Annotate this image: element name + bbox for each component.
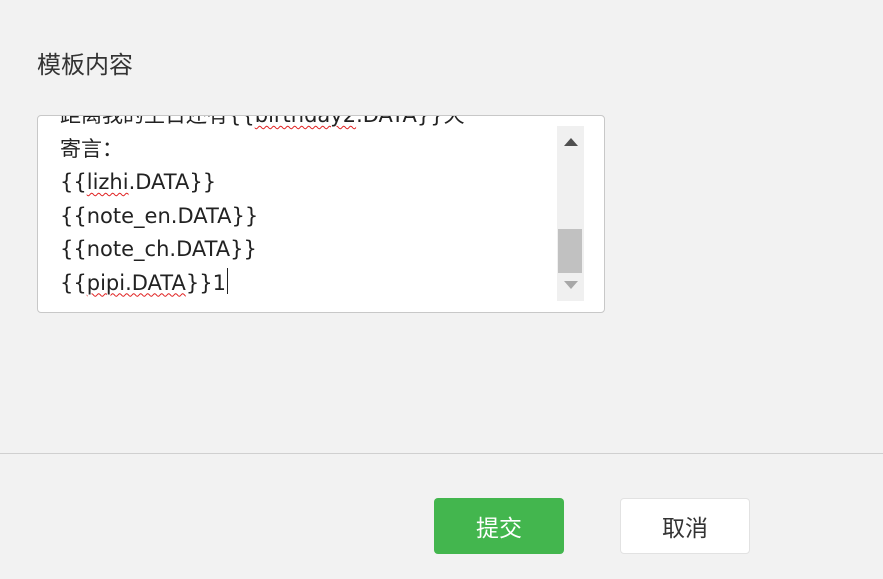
footer-divider bbox=[0, 453, 883, 454]
textarea-line: {{lizhi.DATA}} bbox=[60, 166, 465, 200]
text-caret bbox=[226, 267, 228, 294]
textarea-line: 寄言： bbox=[60, 133, 465, 167]
spellcheck-word: birthday2 bbox=[255, 116, 356, 127]
text-segment: 寄言： bbox=[60, 136, 123, 161]
spellcheck-word: pipi.DATA bbox=[86, 270, 186, 295]
spellcheck-word: lizhi bbox=[86, 170, 129, 194]
scroll-up-icon[interactable] bbox=[557, 130, 584, 154]
text-segment: }}1 bbox=[185, 270, 226, 295]
submit-button[interactable]: 提交 bbox=[434, 498, 564, 554]
textarea-scrollbar[interactable] bbox=[557, 126, 584, 301]
template-content-dialog: 模板内容 距离我的生日还有{{birthday2.DATA}}天寄言：{{liz… bbox=[0, 0, 883, 579]
template-content-label: 模板内容 bbox=[37, 51, 133, 79]
textarea-line: {{pipi.DATA}}1 bbox=[60, 267, 465, 301]
textarea-text: 距离我的生日还有{{birthday2.DATA}}天寄言：{{lizhi.DA… bbox=[60, 116, 465, 300]
text-segment: {{ bbox=[60, 170, 87, 194]
textarea-line: 距离我的生日还有{{birthday2.DATA}}天 bbox=[60, 116, 465, 133]
cancel-button[interactable]: 取消 bbox=[620, 498, 750, 554]
text-segment: {{note_en.DATA}} bbox=[60, 203, 259, 228]
text-segment: {{ bbox=[60, 270, 87, 295]
text-segment: .DATA}}天 bbox=[356, 116, 465, 127]
textarea-line: {{note_ch.DATA}} bbox=[60, 233, 465, 267]
text-segment: 距离我的生日还有{{ bbox=[60, 116, 255, 127]
text-segment: {{note_ch.DATA}} bbox=[60, 237, 257, 261]
textarea-viewport[interactable]: 距离我的生日还有{{birthday2.DATA}}天寄言：{{lizhi.DA… bbox=[60, 116, 564, 312]
scroll-thumb[interactable] bbox=[558, 229, 582, 273]
text-segment: .DATA}} bbox=[128, 170, 217, 194]
template-content-textarea[interactable]: 距离我的生日还有{{birthday2.DATA}}天寄言：{{lizhi.DA… bbox=[37, 115, 605, 313]
textarea-line: {{note_en.DATA}} bbox=[60, 200, 465, 234]
scroll-down-icon[interactable] bbox=[557, 273, 584, 297]
